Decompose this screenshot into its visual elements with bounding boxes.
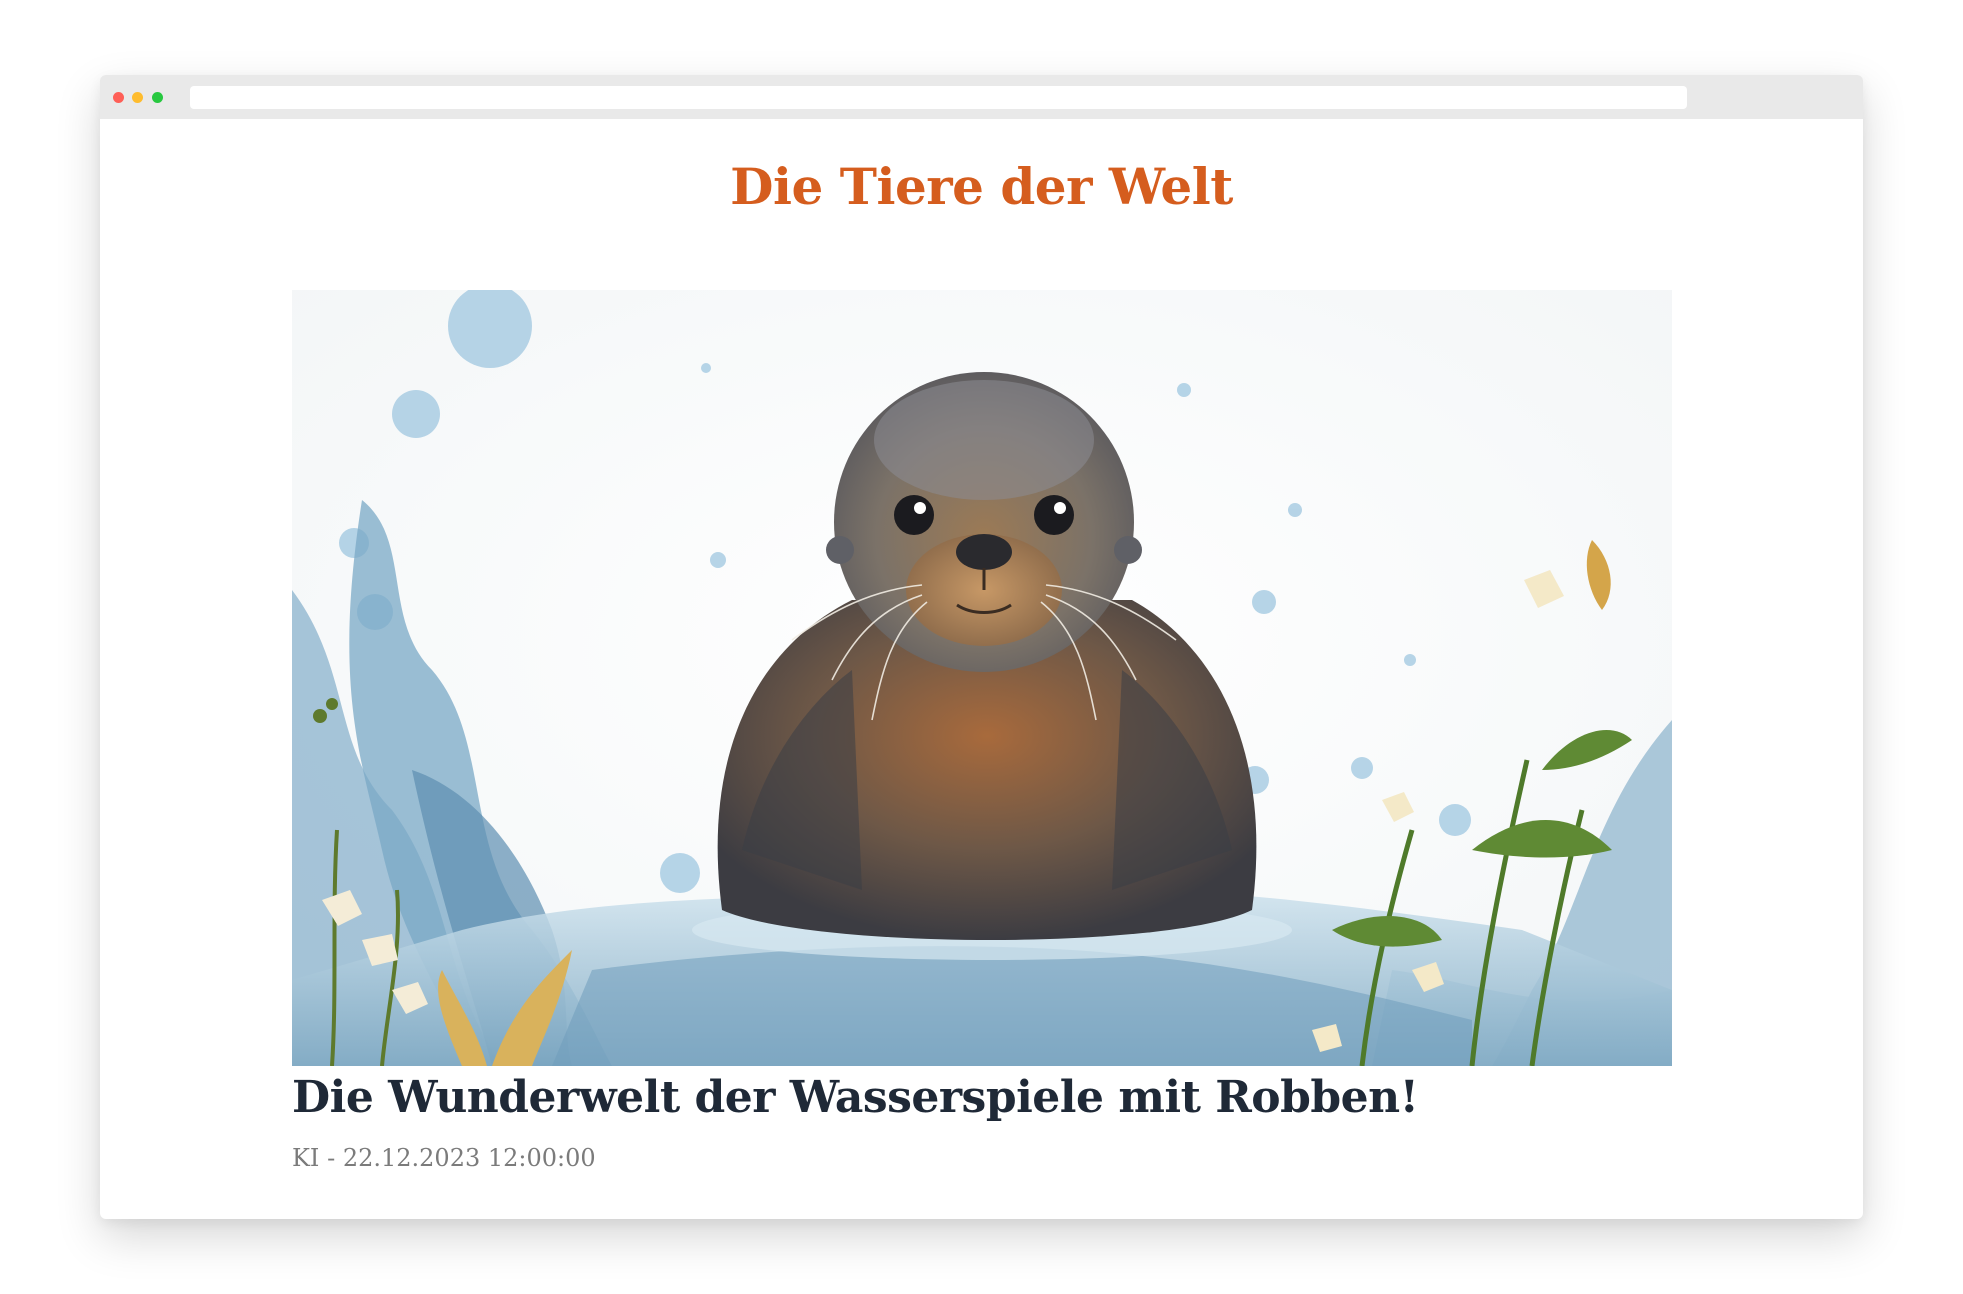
article-title[interactable]: Die Wunderwelt der Wasserspiele mit Robb… bbox=[292, 1072, 1419, 1123]
article-meta: KI - 22.12.2023 12:00:00 bbox=[292, 1144, 596, 1172]
meta-separator: - bbox=[327, 1144, 336, 1172]
maximize-window-button[interactable] bbox=[152, 92, 163, 103]
site-title[interactable]: Die Tiere der Welt bbox=[100, 157, 1863, 216]
article-date: 22.12.2023 12:00:00 bbox=[342, 1144, 596, 1172]
address-bar[interactable] bbox=[190, 86, 1687, 109]
article-author: KI bbox=[292, 1144, 320, 1172]
seal-illustration bbox=[292, 290, 1672, 1066]
browser-toolbar bbox=[100, 75, 1863, 119]
close-window-button[interactable] bbox=[113, 92, 124, 103]
article-hero-image[interactable] bbox=[292, 290, 1672, 1066]
minimize-window-button[interactable] bbox=[132, 92, 143, 103]
browser-window: Die Tiere der Welt Die Wunderwelt der Wa… bbox=[100, 75, 1863, 1219]
